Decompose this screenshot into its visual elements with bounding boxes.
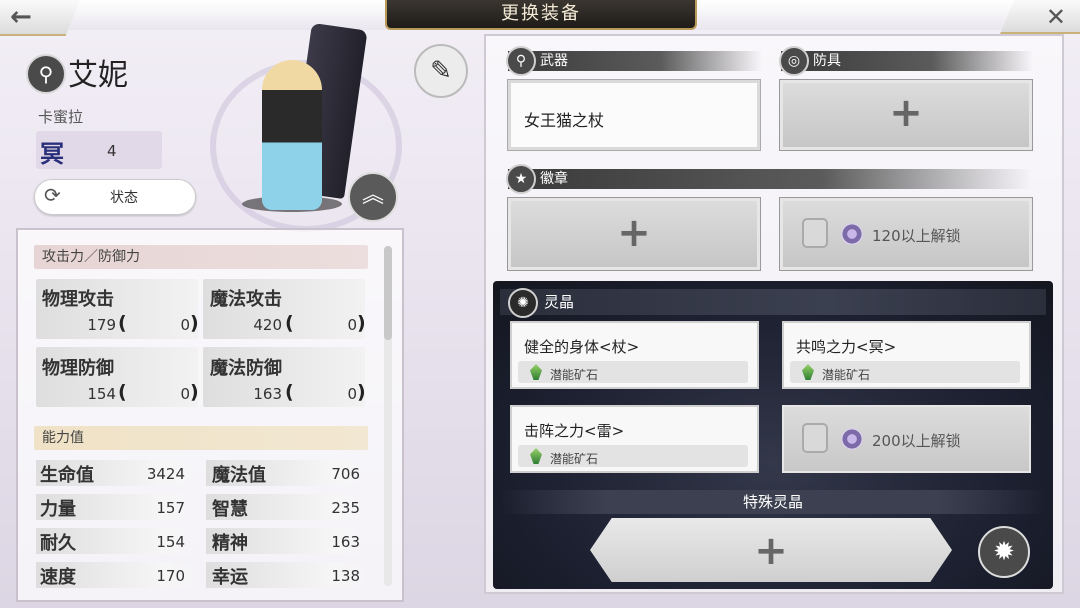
stat-name: 物理防御 (42, 358, 114, 379)
sunburst-icon: ✹ (993, 537, 1015, 567)
rank-glyph: 冥 (40, 140, 64, 168)
ability-name: 精神 (212, 533, 248, 554)
ability-name: 幸运 (212, 567, 248, 588)
stat-name: 魔法防御 (210, 358, 282, 379)
rank-value: 4 (107, 142, 117, 160)
stat-name: 物理攻击 (42, 289, 114, 310)
sunburst-button[interactable]: ✹ (978, 526, 1030, 578)
stat-value: 179 (87, 316, 116, 334)
ability-value: 157 (156, 499, 185, 517)
ability-value: 3424 (146, 465, 185, 483)
quill-note-icon: ✎ (430, 56, 452, 86)
refresh-icon: ⟳ (44, 183, 61, 207)
stat-value: 154 (87, 385, 116, 403)
swirl-icon (841, 428, 863, 450)
ability-value: 138 (331, 567, 360, 585)
plus-icon: + (617, 210, 651, 256)
star-icon: ★ (506, 164, 536, 194)
ability-name: 生命值 (40, 465, 94, 486)
crystal-wheel-icon: ✺ (508, 288, 538, 318)
stat-value: 163 (253, 385, 282, 403)
crystal-name: 击阵之力<雷> (524, 422, 625, 440)
paren-close: ) (190, 312, 199, 334)
ore-label: 潜能矿石 (550, 452, 599, 466)
badge-header: 徽章 (508, 169, 1032, 189)
swirl-icon (841, 223, 863, 245)
ability-value: 170 (156, 567, 185, 585)
page-title: 更换装备 (385, 0, 697, 30)
stat-bonus: 0 (347, 385, 357, 403)
ability-value: 235 (331, 499, 360, 517)
stat-bonus: 0 (347, 316, 357, 334)
notes-button[interactable]: ✎ (414, 44, 468, 98)
paren-close: ) (190, 381, 199, 403)
expand-button[interactable]: ︽ (348, 172, 398, 222)
ability-value: 706 (331, 465, 360, 483)
stat-value: 420 (253, 316, 282, 334)
ability-name: 力量 (40, 499, 76, 520)
back-arrow-icon: ← (10, 2, 32, 32)
ring-icon: ◎ (779, 46, 809, 76)
weapon-item-name: 女王猫之杖 (524, 111, 605, 130)
ore-label: 潜能矿石 (550, 368, 599, 382)
staff-icon: ⚲ (506, 46, 536, 76)
ability-name: 魔法值 (212, 465, 266, 486)
stat-name: 魔法攻击 (210, 289, 282, 310)
ability-value: 163 (331, 533, 360, 551)
status-label: 状态 (110, 190, 138, 206)
stats-scrollbar-thumb[interactable] (384, 246, 392, 340)
plus-icon: + (889, 90, 923, 136)
staff-icon: ⚲ (26, 54, 66, 94)
crystal-name: 共鸣之力<冥> (796, 338, 897, 356)
crystal-name: 健全的身体<杖> (524, 338, 640, 356)
ability-name: 智慧 (212, 499, 248, 520)
close-icon: ✕ (1045, 3, 1066, 31)
stat-bonus: 0 (180, 385, 190, 403)
ability-value: 154 (156, 533, 185, 551)
armor-header: 防具 (781, 51, 1033, 71)
paren-close: ) (357, 312, 366, 334)
ability-name: 耐久 (40, 533, 76, 554)
character-subtitle: 卡蜜拉 (38, 108, 84, 126)
plus-icon: + (754, 528, 788, 574)
back-button[interactable]: ← (0, 0, 80, 36)
chevron-up-icon: ︽ (361, 183, 384, 208)
character-name: 艾妮 (68, 58, 128, 93)
attack-defense-header: 攻击力／防御力 (34, 245, 368, 269)
ability-name: 速度 (40, 567, 76, 588)
special-crystal-header: 特殊灵晶 (500, 490, 1046, 514)
character-art (262, 60, 322, 210)
lock-icon (802, 423, 828, 453)
lock-icon (802, 218, 828, 248)
ore-label: 潜能矿石 (822, 368, 871, 382)
crystal-lock-text: 200以上解锁 (872, 432, 961, 450)
stat-bonus: 0 (180, 316, 190, 334)
badge-lock-text: 120以上解锁 (872, 227, 961, 245)
ability-header: 能力值 (34, 426, 368, 450)
paren-close: ) (357, 381, 366, 403)
weapon-header: 武器 (508, 51, 762, 71)
crystal-header: 灵晶 (500, 289, 1046, 315)
